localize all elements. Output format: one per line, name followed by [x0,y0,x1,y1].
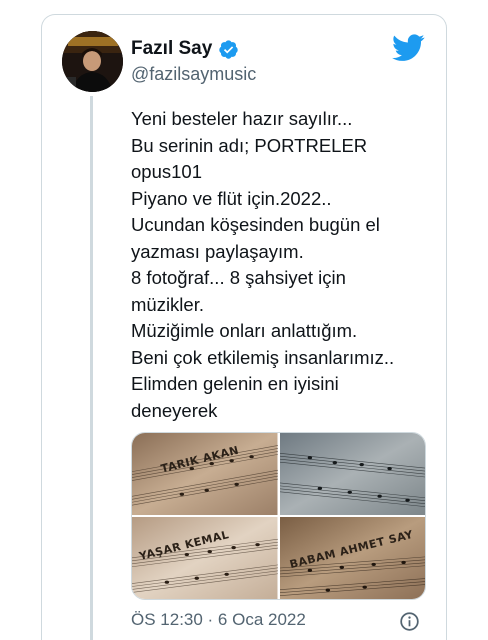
info-icon[interactable] [399,611,420,632]
tweet-line: Bu serinin adı; PORTRELER [131,134,368,156]
tweet-line: opus101 [131,161,202,182]
tweet-line: Müziğimle onları anlattığım. [131,320,358,341]
tweet-line: 8 fotoğraf... 8 şahsiyet için [131,267,346,288]
tweet-line: Piyano ve flüt için.2022.. [131,187,332,209]
name-row[interactable]: Fazıl Say [131,38,239,60]
avatar[interactable] [62,31,123,92]
tweet-line: yazması paylaşayım. [131,240,304,262]
tweet-timestamp[interactable]: ÖS 12:30 · 6 Oca 2022 [131,610,306,630]
tweet-line: Elimden gelenin en iyisini [131,373,339,394]
media-photo-3[interactable]: YAŞAR KEMAL [132,517,278,599]
thread-line [90,96,93,640]
tweet-text: Yeni besteler hazır sayılır... Bu serini… [131,106,431,424]
tweet-line: Ucundan köşesinden bugün el [131,214,380,235]
display-name[interactable]: Fazıl Say [131,38,212,60]
media-photo-1[interactable]: TARIK AKAN [132,433,278,515]
avatar-photo [62,31,123,92]
verified-badge-icon [219,39,239,59]
sheet-music-photo [279,433,425,515]
tweet-line: Yeni besteler hazır sayılır... [131,108,353,129]
media-photo-2[interactable] [279,433,425,515]
sheet-music-photo [132,433,278,515]
user-handle[interactable]: @fazilsaymusic [131,64,256,85]
tweet-line: deneyerek [131,399,218,421]
twitter-bird-icon[interactable] [392,34,425,62]
tweet-line: müzikler. [131,293,204,315]
media-photo-4[interactable]: BABAM AHMET SAY [279,517,425,599]
tweet-line: Beni çok etkilemiş insanlarımız.. [131,346,395,368]
media-grid: TARIK AKAN YAŞAR KEMAL BABAM AHMET SAY [131,432,426,600]
